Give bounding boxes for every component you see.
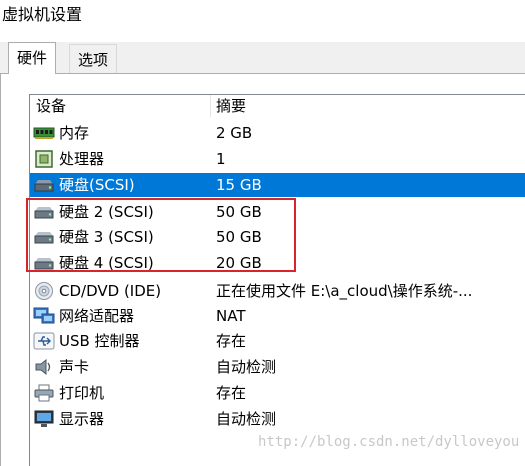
device-summary: 正在使用文件 E:\a_cloud\操作系统-... bbox=[216, 282, 473, 300]
device-name: USB 控制器 bbox=[59, 332, 140, 350]
device-name: 处理器 bbox=[59, 150, 105, 168]
processor-icon bbox=[33, 150, 55, 168]
column-divider[interactable] bbox=[210, 95, 211, 117]
speaker-icon bbox=[33, 358, 55, 376]
column-header-device[interactable]: 设备 bbox=[36, 95, 66, 117]
device-summary: 自动检测 bbox=[216, 410, 277, 428]
watermark: http://blog.csdn.net/dylloveyou bbox=[258, 434, 520, 450]
device-name: 硬盘(SCSI) bbox=[59, 176, 135, 194]
annotation-highlight-box bbox=[26, 198, 296, 272]
device-row-printer[interactable]: 打印机 存在 bbox=[30, 381, 525, 405]
device-row-memory[interactable]: 内存 2 GB bbox=[30, 121, 525, 145]
device-summary: 2 GB bbox=[216, 124, 253, 142]
device-name: 打印机 bbox=[59, 384, 105, 402]
device-summary: 存在 bbox=[216, 332, 247, 350]
monitor-icon bbox=[33, 410, 55, 428]
usb-icon bbox=[33, 332, 55, 350]
device-summary: 15 GB bbox=[216, 176, 262, 194]
device-row-display[interactable]: 显示器 自动检测 bbox=[30, 407, 525, 431]
device-row-processor[interactable]: 处理器 1 bbox=[30, 147, 525, 171]
device-row-usb-controller[interactable]: USB 控制器 存在 bbox=[30, 329, 525, 353]
list-header: 设备 摘要 bbox=[30, 95, 525, 117]
network-adapter-icon bbox=[33, 307, 55, 325]
device-row-hard-disk-1[interactable]: 硬盘(SCSI) 15 GB bbox=[30, 173, 525, 197]
device-name: 显示器 bbox=[59, 410, 105, 428]
device-name: 网络适配器 bbox=[59, 307, 135, 325]
device-summary: 1 bbox=[216, 150, 226, 168]
memory-icon bbox=[33, 124, 55, 142]
device-row-network-adapter[interactable]: 网络适配器 NAT bbox=[30, 304, 525, 328]
device-name: 内存 bbox=[59, 124, 90, 142]
device-name: CD/DVD (IDE) bbox=[59, 282, 162, 300]
device-summary: NAT bbox=[216, 307, 246, 325]
device-summary: 存在 bbox=[216, 384, 247, 402]
device-row-cd-dvd[interactable]: CD/DVD (IDE) 正在使用文件 E:\a_cloud\操作系统-... bbox=[30, 279, 525, 303]
window-title: 虚拟机设置 bbox=[2, 5, 83, 24]
tab-options[interactable]: 选项 bbox=[69, 44, 118, 74]
cd-dvd-icon bbox=[33, 282, 55, 300]
hard-disk-icon bbox=[33, 176, 55, 194]
column-header-summary[interactable]: 摘要 bbox=[216, 95, 246, 117]
device-row-sound-card[interactable]: 声卡 自动检测 bbox=[30, 355, 525, 379]
device-name: 声卡 bbox=[59, 358, 90, 376]
device-summary: 自动检测 bbox=[216, 358, 277, 376]
printer-icon bbox=[33, 384, 55, 402]
tab-hardware[interactable]: 硬件 bbox=[8, 42, 57, 74]
